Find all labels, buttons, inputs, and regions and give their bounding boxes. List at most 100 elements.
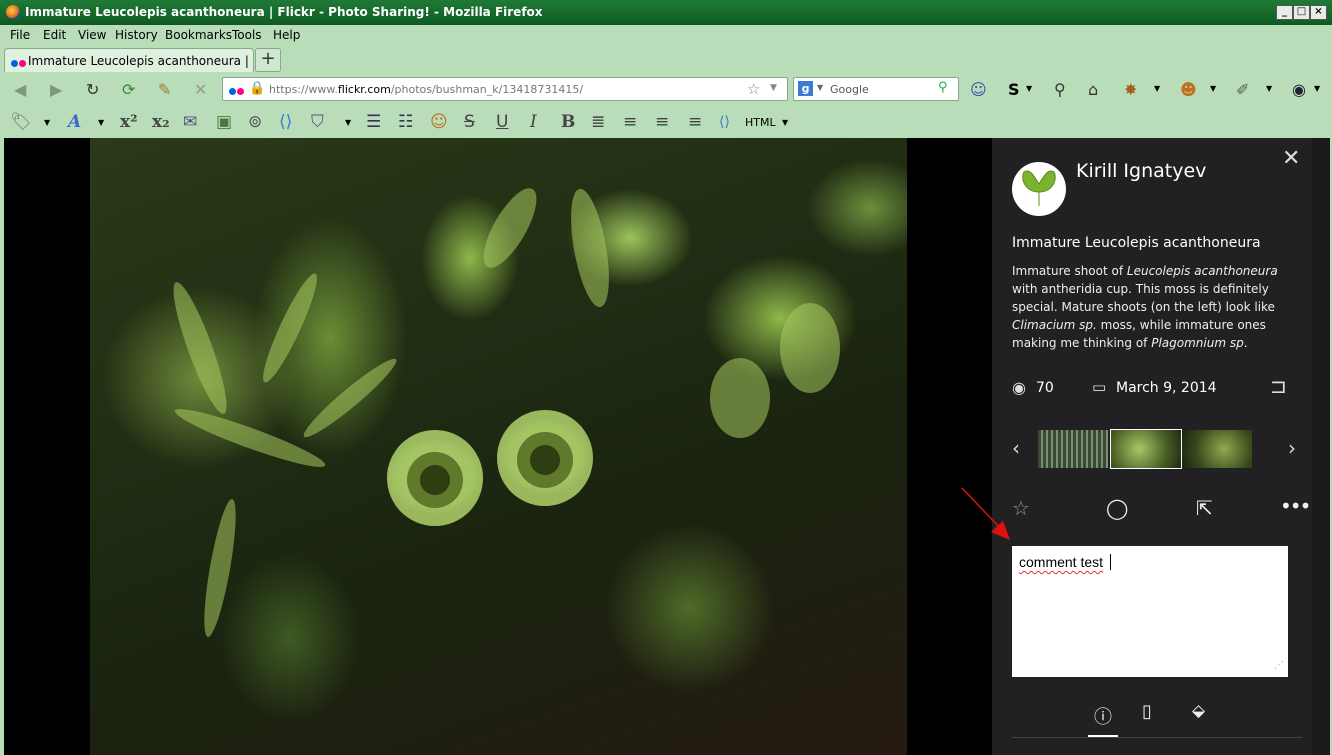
align-center-icon[interactable]: ≡ bbox=[688, 112, 702, 132]
new-tab-button[interactable]: + bbox=[255, 48, 281, 72]
menu-view[interactable]: View bbox=[78, 28, 106, 42]
zoom-icon[interactable]: ⚲ bbox=[1054, 80, 1066, 99]
address-bar[interactable]: 🔒 https://www.flickr.com/photos/bushman_… bbox=[222, 77, 788, 101]
site-identity-icon[interactable] bbox=[229, 84, 244, 98]
align-right-icon[interactable]: ≡ bbox=[655, 112, 669, 132]
next-chevron-icon[interactable]: › bbox=[1288, 436, 1296, 460]
search-engine-icon[interactable]: g bbox=[798, 81, 813, 96]
panel-divider bbox=[1012, 737, 1302, 738]
comment-user-icon[interactable]: ☺ bbox=[430, 112, 448, 132]
html-mode-icon[interactable]: ⟨⟩ bbox=[719, 114, 730, 130]
tags-icon[interactable]: ⬙ bbox=[1192, 701, 1205, 721]
menu-history[interactable]: History bbox=[115, 28, 158, 42]
addon-circle-dropdown-icon[interactable]: ▼ bbox=[1314, 84, 1320, 93]
menu-file[interactable]: File bbox=[10, 28, 30, 42]
photo-stats: ◉ 70 ▭ March 9, 2014 ⊐ bbox=[1012, 374, 1302, 400]
photo-title: Immature Leucolepis acanthoneura bbox=[1012, 235, 1261, 251]
unlock-icon[interactable]: ⊐ bbox=[1270, 374, 1287, 398]
code-icon[interactable]: ⟨⟩ bbox=[279, 112, 292, 132]
avatar[interactable] bbox=[1012, 162, 1066, 216]
search-icon[interactable]: ⚲ bbox=[938, 80, 948, 95]
justify-icon[interactable]: ≣ bbox=[591, 112, 605, 132]
more-options-icon[interactable]: ••• bbox=[1280, 494, 1311, 518]
bullet-list-icon[interactable]: ☰ bbox=[366, 112, 381, 132]
resize-handle-icon[interactable]: ⋰ bbox=[1274, 660, 1284, 671]
description-segment: Climacium sp. bbox=[1012, 318, 1097, 332]
photo-info-panel: ✕ Kirill Ignatyev Immature Leucolepis ac… bbox=[992, 138, 1312, 755]
thumbnail-current[interactable] bbox=[1110, 429, 1182, 469]
photo-description: Immature shoot of Leucolepis acanthoneur… bbox=[1012, 262, 1302, 352]
font-style-dropdown-icon[interactable]: ▼ bbox=[98, 118, 104, 127]
addon-face-dropdown-icon[interactable]: ▼ bbox=[1210, 84, 1216, 93]
addon-bug-dropdown-icon[interactable]: ▼ bbox=[1154, 84, 1160, 93]
owner-name[interactable]: Kirill Ignatyev bbox=[1076, 160, 1206, 182]
image-icon[interactable]: ▣ bbox=[216, 112, 232, 132]
history-refresh-icon[interactable]: ⟳ bbox=[122, 80, 135, 99]
maximize-button[interactable]: □ bbox=[1293, 5, 1310, 20]
search-bar[interactable]: g ▼ Google ⚲ bbox=[793, 77, 959, 101]
link-icon[interactable]: ⊚ bbox=[248, 112, 262, 132]
favorite-star-icon[interactable]: ☆ bbox=[1012, 496, 1030, 520]
superscript-icon[interactable]: x² bbox=[120, 112, 138, 132]
bookmark-star-icon[interactable]: ☆ bbox=[747, 80, 760, 98]
email-icon[interactable]: ✉ bbox=[183, 112, 197, 132]
stop-icon[interactable]: ✕ bbox=[194, 80, 207, 99]
home-icon[interactable]: ⌂ bbox=[1088, 80, 1098, 99]
underline-icon[interactable]: U bbox=[496, 112, 508, 132]
tag-dropdown-icon[interactable]: ▼ bbox=[44, 118, 50, 127]
firefox-icon bbox=[6, 5, 20, 19]
tag-icon[interactable]: 🏷 bbox=[10, 112, 32, 132]
share-icon[interactable]: ⇱ bbox=[1196, 496, 1213, 520]
paint-bucket-icon[interactable]: ⛉ bbox=[311, 112, 324, 132]
addon-s-dropdown-icon[interactable]: ▼ bbox=[1026, 84, 1032, 93]
addon-face-icon[interactable]: ☻ bbox=[1180, 80, 1197, 99]
comment-textarea[interactable]: comment test ⋰ bbox=[1012, 546, 1288, 677]
tab-bar: Immature Leucolepis acanthoneura | Flick… bbox=[0, 44, 1332, 73]
description-segment: Leucolepis acanthoneura bbox=[1126, 264, 1278, 278]
paint-dropdown-icon[interactable]: ▼ bbox=[345, 118, 351, 127]
menu-help[interactable]: Help bbox=[273, 28, 300, 42]
menu-bar: File Edit View History Bookmarks Tools H… bbox=[0, 25, 1332, 44]
menu-bookmarks[interactable]: Bookmarks bbox=[165, 28, 232, 42]
engine-dropdown-icon[interactable]: ▼ bbox=[817, 83, 823, 92]
strikethrough-icon[interactable]: S bbox=[464, 112, 475, 132]
italic-icon[interactable]: I bbox=[530, 112, 537, 132]
prev-chevron-icon[interactable]: ‹ bbox=[1012, 436, 1020, 460]
close-window-button[interactable]: × bbox=[1310, 5, 1327, 20]
tab-label: Immature Leucolepis acanthoneura | Flick… bbox=[28, 54, 250, 68]
comment-icon[interactable]: ◯ bbox=[1106, 496, 1128, 520]
url-dropdown-icon[interactable]: ▼ bbox=[770, 83, 777, 93]
align-left-icon[interactable]: ≡ bbox=[623, 112, 637, 132]
html-dropdown-icon[interactable]: ▼ bbox=[782, 118, 788, 127]
reload-icon[interactable]: ↻ bbox=[86, 80, 99, 99]
addon-mask-icon[interactable]: ☺ bbox=[970, 80, 987, 99]
text-caret bbox=[1110, 554, 1111, 570]
notes-icon[interactable]: ✎ bbox=[158, 80, 171, 99]
moss-photo[interactable] bbox=[90, 138, 907, 755]
eyedropper-icon[interactable]: ✐ bbox=[1236, 80, 1249, 99]
url-text: https://www.flickr.com/photos/bushman_k/… bbox=[269, 83, 584, 96]
calendar-icon: ▭ bbox=[1092, 378, 1107, 396]
eyedropper-dropdown-icon[interactable]: ▼ bbox=[1266, 84, 1272, 93]
info-icon[interactable]: ⓘ bbox=[1094, 703, 1112, 729]
tab-flickr[interactable]: Immature Leucolepis acanthoneura | Flick… bbox=[4, 48, 254, 73]
close-icon[interactable]: ✕ bbox=[1282, 146, 1300, 171]
html-mode-label[interactable]: HTML bbox=[745, 116, 776, 129]
font-style-icon[interactable]: A bbox=[68, 112, 81, 132]
back-icon[interactable]: ◀ bbox=[14, 80, 26, 99]
panel-scrollbar[interactable] bbox=[1312, 138, 1330, 755]
menu-tools[interactable]: Tools bbox=[232, 28, 262, 42]
thumbnail-next[interactable] bbox=[1182, 430, 1252, 468]
addon-bug-icon[interactable]: ✸ bbox=[1124, 80, 1137, 99]
addon-circle-icon[interactable]: ◉ bbox=[1292, 80, 1306, 99]
subscript-icon[interactable]: x₂ bbox=[152, 112, 170, 132]
addon-s-icon[interactable]: S bbox=[1008, 80, 1020, 99]
forward-icon[interactable]: ▶ bbox=[50, 80, 62, 99]
menu-edit[interactable]: Edit bbox=[43, 28, 66, 42]
albums-icon[interactable]: ▯ bbox=[1142, 701, 1152, 722]
description-segment: . bbox=[1243, 336, 1248, 350]
numbered-list-icon[interactable]: ☷ bbox=[398, 112, 413, 132]
bold-icon[interactable]: B bbox=[561, 112, 575, 132]
minimize-button[interactable]: _ bbox=[1276, 5, 1293, 20]
thumbnail-prev[interactable] bbox=[1038, 430, 1108, 468]
